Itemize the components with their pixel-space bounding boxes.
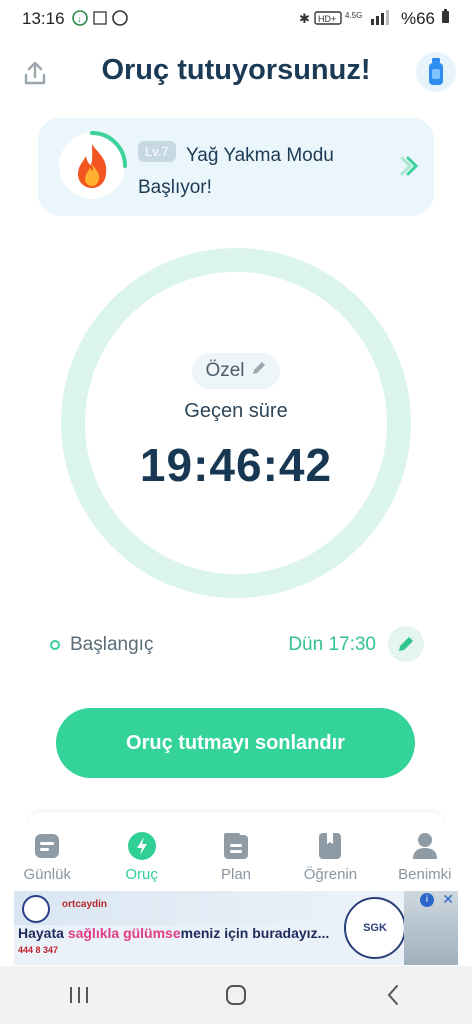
home-icon <box>225 985 246 1005</box>
recents-icon <box>69 987 88 1003</box>
page-title: Oruç tutuyorsunuz! <box>101 54 371 86</box>
daily-icon <box>33 832 61 860</box>
start-label: Başlangıç <box>70 634 154 655</box>
edit-start-button[interactable] <box>388 626 424 662</box>
fasting-mode-pill[interactable]: Özel <box>192 353 280 389</box>
card-edge <box>28 812 444 826</box>
battery-icon <box>441 9 450 29</box>
back-button[interactable] <box>363 975 423 1015</box>
tab-learn-label: Öğrenin <box>303 866 358 883</box>
start-dot-icon <box>50 640 60 650</box>
svg-text:↓: ↓ <box>77 14 82 24</box>
progress-ring <box>61 248 411 598</box>
ad-brand: ortcaydin <box>62 899 108 910</box>
end-fast-button[interactable]: Oruç tutmayı sonlandır <box>56 708 415 778</box>
pencil-icon <box>251 360 267 382</box>
start-time: Dün 17:30 <box>288 634 376 655</box>
elapsed-label: Geçen süre <box>184 400 288 422</box>
ad-phone: 444 8 347 <box>18 945 59 955</box>
tab-profile-label: Benimki <box>398 866 452 883</box>
pencil-icon <box>399 637 413 651</box>
fasting-mode-label: Özel <box>205 360 245 381</box>
chevron-right-icon[interactable] <box>398 152 420 184</box>
back-icon <box>387 985 399 1005</box>
tab-plan[interactable]: Plan <box>189 826 283 890</box>
fire-icon <box>56 130 128 202</box>
system-nav-bar <box>0 966 472 1024</box>
ad-slogan: Hayata sağlıkla gülümsemeniz için burada… <box>18 925 329 941</box>
user-icon <box>411 832 439 860</box>
tab-fasting[interactable]: Oruç <box>94 826 188 890</box>
tab-plan-label: Plan <box>221 866 252 883</box>
sgk-seal: SGK <box>344 897 406 959</box>
ad-slogan-c: meniz için buradayız... <box>180 925 330 941</box>
tab-daily-label: Günlük <box>23 866 71 883</box>
ad-banner[interactable]: ortcaydin Hayata sağlıkla gülümsemeniz i… <box>14 891 458 965</box>
tab-learn[interactable]: Öğrenin <box>283 826 377 890</box>
home-button[interactable] <box>206 975 266 1015</box>
ad-slogan-b: sağlıkla gülümse <box>67 925 181 941</box>
svg-text:✱: ✱ <box>299 11 310 26</box>
clock: 13:16 <box>22 9 65 28</box>
elapsed-timer: 19:46:42 <box>139 439 333 491</box>
tab-daily[interactable]: Günlük <box>0 826 94 890</box>
plan-icon <box>222 832 250 860</box>
status-bar: 13:16 ↓ ✱ HD+ 4.5G %66 <box>0 0 472 38</box>
start-row: Başlangıç Dün 17:30 <box>48 626 424 664</box>
level-text-content: Yağ Yakma Modu Başlıyor! <box>138 145 334 198</box>
water-bottle-icon[interactable] <box>416 52 456 92</box>
ad-slogan-a: Hayata <box>18 925 68 941</box>
ad-info-icon[interactable]: i <box>420 893 434 907</box>
notification-icons: ↓ <box>71 9 129 30</box>
svg-text:4.5G: 4.5G <box>345 11 362 20</box>
bottom-tab-bar: Günlük Oruç Plan Öğrenin Benimki <box>0 826 472 890</box>
level-card[interactable]: Lv.7 Yağ Yakma Modu Başlıyor! <box>38 118 434 216</box>
battery-percent: %66 <box>400 9 435 28</box>
ad-logo-icon <box>22 895 50 923</box>
header: Oruç tutuyorsunuz! <box>0 40 472 104</box>
tab-fasting-label: Oruç <box>125 866 158 883</box>
svg-text:HD+: HD+ <box>318 14 336 24</box>
lightning-icon <box>127 832 156 860</box>
signal-icons: ✱ HD+ 4.5G <box>299 9 395 30</box>
ad-close-icon[interactable]: ✕ <box>442 891 454 908</box>
tab-profile[interactable]: Benimki <box>378 826 472 890</box>
level-text: Yağ Yakma Modu Başlıyor! <box>138 140 378 204</box>
recents-button[interactable] <box>49 975 109 1015</box>
bookmark-icon <box>316 832 344 860</box>
